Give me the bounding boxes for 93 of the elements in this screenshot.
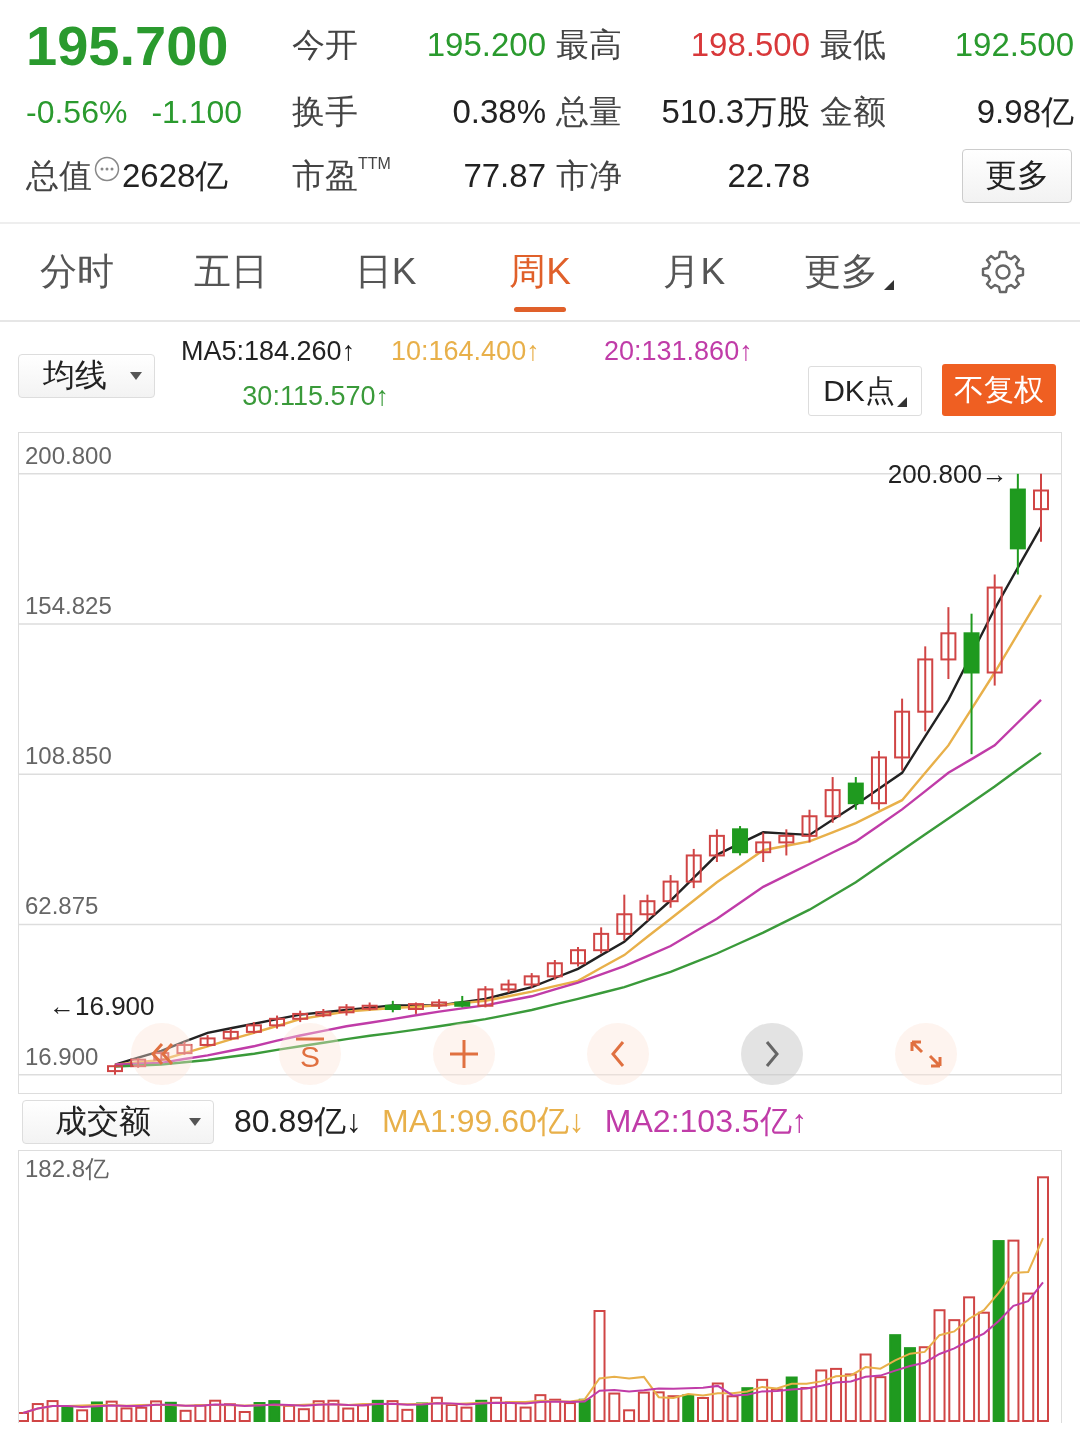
stat-label: 换手 bbox=[291, 91, 359, 132]
plus-icon bbox=[448, 1039, 480, 1069]
candlestick bbox=[708, 828, 725, 863]
axis-label: 200.800 bbox=[25, 441, 112, 469]
ma-legend-value: :115.570↑ bbox=[272, 381, 389, 411]
stat-value: 9.98亿 bbox=[975, 91, 1075, 132]
candlestick bbox=[500, 978, 517, 994]
ma-legend-name: 30 bbox=[242, 381, 273, 411]
ma-legend-value: :131.860↑ bbox=[634, 336, 753, 366]
stat-label: 市盈$^{TTM}$ bbox=[291, 153, 388, 196]
more-menu-tab[interactable]: 更多 bbox=[771, 224, 926, 320]
volume-legend: MA2:103.5亿↑ bbox=[604, 1100, 808, 1144]
stat-label: 金额 bbox=[819, 91, 887, 132]
indicator-dropdown[interactable]: 均线 bbox=[18, 354, 155, 398]
candlestick bbox=[431, 998, 448, 1010]
market-cap-value: 2628亿 bbox=[122, 155, 229, 196]
market-cap-label: 总值 bbox=[26, 155, 92, 196]
period-tab[interactable]: 分时 bbox=[0, 224, 155, 320]
candlestick bbox=[199, 1034, 216, 1048]
candlestick bbox=[546, 959, 563, 981]
candlestick bbox=[315, 1008, 332, 1019]
candlestick bbox=[639, 893, 656, 922]
candlestick bbox=[245, 1021, 262, 1035]
axis-label: 16.900 bbox=[25, 1042, 99, 1070]
candlestick bbox=[269, 1014, 286, 1030]
ma-legend-name: 20 bbox=[604, 336, 635, 366]
candlestick bbox=[685, 847, 702, 890]
expand-icon bbox=[910, 1040, 942, 1068]
candlestick bbox=[616, 893, 633, 942]
candlestick bbox=[801, 808, 818, 844]
line-icon bbox=[294, 1036, 326, 1042]
candlestick bbox=[153, 1050, 170, 1063]
volume-legend: 80.89亿↓ bbox=[234, 1100, 363, 1144]
stat-label: 市净 bbox=[555, 155, 623, 196]
stat-value: 22.78 bbox=[726, 157, 811, 195]
change-amount: -1.100 bbox=[151, 93, 243, 131]
min-price-marker: ←16.900 bbox=[49, 991, 155, 1021]
ma-legend-name: MA5 bbox=[181, 336, 237, 366]
stat-value: 192.500 bbox=[953, 26, 1075, 64]
period-tab[interactable]: 月K bbox=[617, 224, 772, 320]
candlestick bbox=[477, 985, 494, 1009]
candlestick bbox=[292, 1009, 309, 1024]
candlestick bbox=[824, 776, 841, 824]
more-icon[interactable] bbox=[94, 156, 120, 182]
axis-label: 62.875 bbox=[25, 892, 99, 920]
stat-value: 77.87 bbox=[462, 157, 547, 195]
candlestick bbox=[755, 831, 772, 863]
candlestick bbox=[176, 1040, 193, 1056]
dk-button[interactable]: DK点 bbox=[808, 366, 922, 416]
more-button[interactable]: 更多 bbox=[962, 149, 1072, 203]
stat-label: 最高 bbox=[555, 24, 623, 65]
candlestick bbox=[732, 825, 749, 857]
max-price-marker: 200.800→ bbox=[887, 458, 1008, 489]
candlestick bbox=[130, 1057, 147, 1069]
candlestick bbox=[338, 1003, 355, 1017]
candlestick bbox=[361, 1001, 378, 1012]
stat-value: 510.3万股 bbox=[660, 91, 811, 132]
stat-label: 总量 bbox=[555, 91, 623, 132]
volume-legend: MA1:99.60亿↓ bbox=[382, 1100, 585, 1144]
stat-label: 今开 bbox=[291, 24, 359, 65]
stat-label: 最低 bbox=[819, 24, 887, 65]
period-tab[interactable]: 周K bbox=[462, 224, 618, 320]
candlestick bbox=[523, 972, 540, 989]
ma-legend-value: :164.400↑ bbox=[421, 336, 540, 366]
ma-legend-name: 10 bbox=[391, 336, 422, 366]
stat-value: 195.200 bbox=[425, 26, 547, 64]
candlestick bbox=[847, 776, 864, 811]
double-chevron-icon bbox=[150, 1042, 174, 1066]
chevron-left-icon bbox=[611, 1040, 625, 1068]
candlestick bbox=[407, 1001, 424, 1015]
stat-value: 0.38% bbox=[451, 93, 547, 131]
candlestick bbox=[870, 749, 887, 811]
last-price: 195.700 bbox=[26, 12, 230, 78]
candlestick bbox=[384, 999, 401, 1014]
candlestick bbox=[593, 926, 610, 955]
period-tab[interactable]: 日K bbox=[308, 224, 463, 320]
ma-legend-value: :184.260↑ bbox=[236, 336, 356, 366]
axis-label: 154.825 bbox=[25, 592, 112, 620]
candlestick bbox=[570, 945, 586, 968]
candlestick bbox=[222, 1027, 239, 1042]
candlestick bbox=[454, 994, 471, 1009]
candlestick bbox=[1033, 472, 1049, 543]
stat-value: 198.500 bbox=[689, 26, 811, 64]
candlestick bbox=[778, 828, 795, 857]
settings-icon[interactable] bbox=[979, 249, 1026, 295]
change-percent: -0.56% bbox=[26, 93, 128, 131]
period-tab[interactable]: 五日 bbox=[154, 224, 309, 320]
volume-dropdown[interactable]: 成交额 bbox=[22, 1100, 214, 1144]
candlestick bbox=[662, 874, 679, 909]
candlestick bbox=[107, 1063, 123, 1076]
chevron-right-icon bbox=[765, 1040, 779, 1068]
axis-label: 108.850 bbox=[25, 742, 112, 770]
axis-label: 182.8亿 bbox=[25, 1155, 110, 1182]
